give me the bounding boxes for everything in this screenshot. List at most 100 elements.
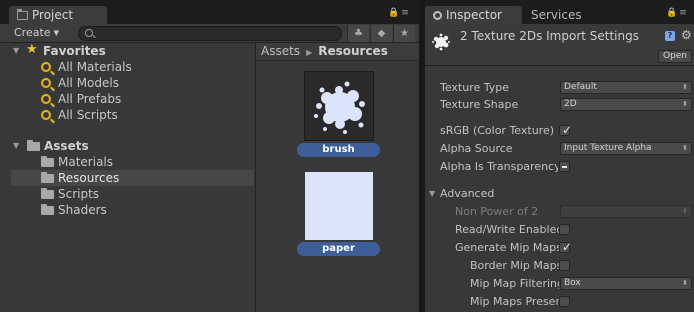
- texture-type-label: Texture Type: [440, 81, 510, 94]
- advanced-foldout[interactable]: ▼ Advanced: [425, 185, 694, 202]
- search-field[interactable]: [78, 26, 342, 41]
- tab-inspector-label: Inspector: [446, 8, 502, 22]
- border-mip-row: Border Mip Maps: [425, 257, 694, 274]
- save-search-button[interactable]: ★: [393, 25, 415, 42]
- favorites-header[interactable]: ▼ ★ Favorites: [11, 42, 254, 59]
- chevron-right-icon: ▶: [306, 48, 313, 57]
- favorite-item-all-prefabs[interactable]: All Prefabs: [11, 91, 254, 107]
- window-lock-menu-icons-right[interactable]: 🔒≡: [666, 8, 689, 18]
- window-lock-menu-icons[interactable]: 🔒≡: [388, 8, 411, 18]
- inspector-title: 2 Texture 2Ds Import Settings: [460, 29, 639, 43]
- non-power-of-2-row: Non Power of 2 ⬍: [425, 203, 694, 220]
- folder-item-shaders[interactable]: Shaders: [11, 202, 254, 218]
- asset-label-brush[interactable]: brush: [297, 143, 380, 157]
- star-outline-icon: ★: [400, 28, 409, 39]
- help-book-icon[interactable]: ?: [665, 31, 675, 41]
- generate-mip-checkbox[interactable]: ✓: [559, 240, 573, 254]
- updown-arrow-icon: ⬍: [682, 144, 688, 152]
- mip-filtering-value: Box: [564, 278, 581, 288]
- folder-label: Resources: [58, 171, 120, 185]
- texture-shape-label: Texture Shape: [440, 98, 519, 111]
- search-icon: [41, 78, 51, 88]
- folder-item-materials[interactable]: Materials: [11, 154, 254, 170]
- folder-item-scripts[interactable]: Scripts: [11, 186, 254, 202]
- updown-arrow-icon: ⬍: [682, 279, 688, 287]
- favorite-label: All Prefabs: [58, 92, 122, 106]
- mip-filtering-row: Mip Map Filtering Box ⬍: [425, 275, 694, 292]
- open-button[interactable]: Open: [658, 50, 692, 63]
- alpha-source-row: Alpha Source Input Texture Alpha ⬍: [425, 140, 694, 157]
- favorite-label: All Models: [58, 76, 119, 90]
- texture-type-value: Default: [564, 82, 597, 92]
- non-power-of-2-dropdown: ⬍: [560, 205, 692, 218]
- read-write-checkbox[interactable]: [559, 224, 570, 235]
- search-icon: [41, 94, 51, 104]
- srgb-checkbox[interactable]: ✓: [559, 123, 572, 137]
- assets-header[interactable]: ▼ Assets: [11, 138, 254, 154]
- paint-splat-icon: [314, 81, 365, 134]
- create-button[interactable]: Create ▼: [14, 26, 59, 40]
- folder-icon: [41, 188, 54, 199]
- breadcrumb: Assets ▶ Resources: [256, 43, 419, 61]
- texture-shape-row: Texture Shape 2D ⬍: [425, 96, 694, 113]
- texture-shape-value: 2D: [564, 99, 577, 109]
- folder-label: Shaders: [58, 203, 107, 217]
- favorite-item-all-models[interactable]: All Models: [11, 75, 254, 91]
- border-mip-checkbox[interactable]: [559, 260, 570, 271]
- mip-preserve-checkbox[interactable]: [559, 296, 570, 307]
- read-write-label: Read/Write Enabled: [455, 223, 559, 236]
- border-mip-label: Border Mip Maps: [470, 259, 559, 272]
- srgb-row: sRGB (Color Texture) ✓: [425, 122, 694, 139]
- favorites-label: Favorites: [43, 44, 106, 58]
- favorite-item-all-scripts[interactable]: All Scripts: [11, 107, 254, 123]
- favorite-label: All Materials: [58, 60, 132, 74]
- inspector-tabstrip: Inspector Services 🔒≡: [425, 0, 694, 25]
- gear-icon[interactable]: ⚙: [681, 28, 692, 42]
- mixed-value-icon: [562, 166, 567, 168]
- search-input[interactable]: [97, 27, 337, 40]
- tag-icon: ◆: [377, 28, 386, 39]
- filter-by-type-button[interactable]: ♣: [347, 25, 369, 42]
- create-label: Create: [14, 26, 51, 39]
- srgb-label: sRGB (Color Texture): [440, 124, 555, 137]
- folder-item-resources[interactable]: Resources: [11, 170, 254, 186]
- folder-icon: [27, 140, 40, 151]
- mip-preserve-row: Mip Maps Preserve Coverage: [425, 293, 694, 310]
- filter-type-icon: ♣: [354, 28, 363, 39]
- generate-mip-label: Generate Mip Maps: [455, 241, 559, 254]
- texture-type-dropdown[interactable]: Default ⬍: [560, 81, 692, 94]
- asset-label-paper[interactable]: paper: [297, 242, 380, 256]
- breadcrumb-root[interactable]: Assets: [261, 44, 300, 58]
- tab-project[interactable]: Project: [9, 6, 107, 25]
- tab-services[interactable]: Services: [523, 6, 603, 25]
- mip-filtering-label: Mip Map Filtering: [470, 277, 559, 290]
- fold-open-icon: ▼: [13, 46, 20, 55]
- dropdown-arrow-icon: ▼: [53, 29, 59, 37]
- search-icon: [41, 110, 51, 120]
- generate-mip-row: Generate Mip Maps ✓: [425, 239, 694, 256]
- checkmark-icon: ✓: [562, 240, 573, 254]
- project-panel: Create ▼ ♣ ◆ ★ ▼ ★ Favorites All Material…: [0, 24, 419, 312]
- favorite-item-all-materials[interactable]: All Materials: [11, 59, 254, 75]
- folder-label: Materials: [58, 155, 114, 169]
- favorite-label: All Scripts: [58, 108, 118, 122]
- inspector-panel: 2 Texture 2Ds Import Settings ? ⚙ Open T…: [425, 24, 694, 312]
- assets-label: Assets: [44, 139, 89, 153]
- tree-grid-divider[interactable]: [255, 43, 256, 312]
- folder-icon: [41, 204, 54, 215]
- alpha-source-value: Input Texture Alpha: [564, 143, 652, 153]
- alpha-source-dropdown[interactable]: Input Texture Alpha ⬍: [560, 142, 692, 155]
- texture-shape-dropdown[interactable]: 2D ⬍: [560, 98, 692, 111]
- folder-tab-icon: [17, 9, 28, 20]
- tab-inspector[interactable]: Inspector: [425, 6, 522, 25]
- mip-filtering-dropdown[interactable]: Box ⬍: [560, 277, 692, 290]
- filter-by-label-button[interactable]: ◆: [370, 25, 392, 42]
- alpha-transparency-checkbox[interactable]: [559, 161, 570, 172]
- texture-splat-icon: [432, 33, 450, 51]
- breadcrumb-current[interactable]: Resources: [318, 44, 388, 58]
- texture-type-row: Texture Type Default ⬍: [425, 79, 694, 96]
- paper-thumbnail: [305, 172, 373, 240]
- folder-icon: [41, 172, 54, 183]
- brush-thumbnail: [304, 71, 374, 141]
- search-icon: [41, 62, 51, 72]
